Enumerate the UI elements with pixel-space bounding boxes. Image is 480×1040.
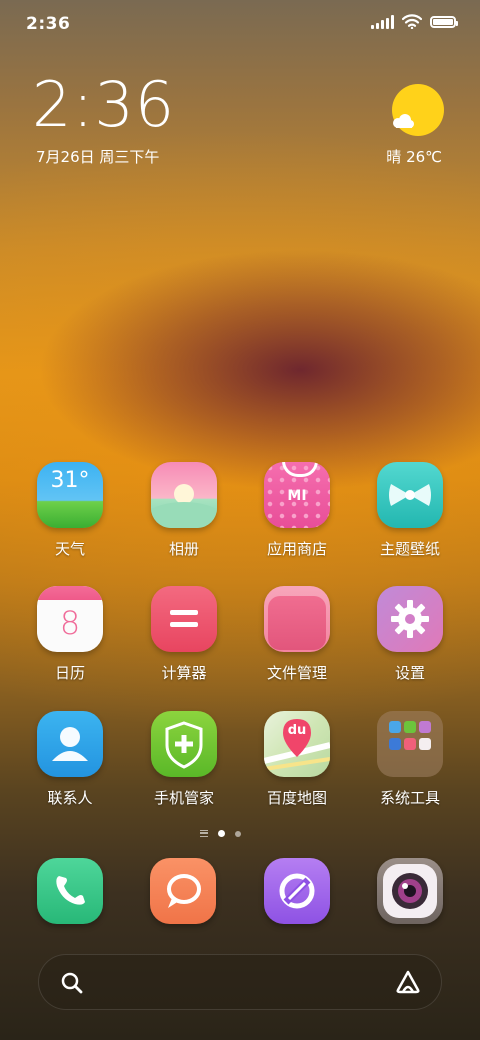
assistant-icon[interactable]: [395, 970, 421, 994]
folder-icon: [377, 711, 443, 777]
search-bar[interactable]: [38, 954, 442, 1010]
app-store-icon: mi: [264, 462, 330, 528]
app-label: 应用商店: [266, 540, 327, 558]
clock-widget-time[interactable]: 2:36: [32, 74, 175, 136]
wifi-icon: [402, 14, 422, 29]
status-time: 2:36: [26, 14, 71, 34]
app-calendar[interactable]: 8 日历: [20, 586, 120, 683]
dock-camera[interactable]: [377, 858, 443, 924]
page-indicator[interactable]: [200, 830, 241, 837]
app-label: 手机管家: [153, 789, 214, 807]
app-label: 文件管理: [266, 664, 327, 682]
app-label: 联系人: [47, 789, 93, 807]
file-manager-icon: [264, 586, 330, 652]
app-themes[interactable]: 主题壁纸: [360, 462, 460, 559]
battery-icon: [430, 15, 458, 28]
app-label: 计算器: [161, 664, 207, 682]
calculator-icon: [151, 586, 217, 652]
dock-messages[interactable]: [150, 858, 216, 924]
app-file-manager[interactable]: 文件管理: [247, 586, 347, 683]
app-folder-system-tools[interactable]: 系统工具: [360, 711, 460, 808]
app-weather[interactable]: 31° 天气: [20, 462, 120, 559]
app-label: 设置: [394, 664, 425, 682]
app-label: 系统工具: [379, 789, 440, 807]
status-icons: [371, 14, 458, 29]
gallery-icon: [151, 462, 217, 528]
signal-icon: [371, 14, 394, 29]
weather-cloud-icon: [393, 114, 414, 128]
security-shield-icon: [151, 711, 217, 777]
calendar-day: 8: [59, 604, 81, 642]
baidu-map-logo: du: [287, 723, 307, 738]
camera-icon: [383, 864, 437, 918]
app-label: 天气: [54, 540, 85, 558]
app-label: 相册: [168, 540, 199, 558]
browser-icon: [279, 873, 315, 909]
app-settings[interactable]: 设置: [360, 586, 460, 683]
baidu-map-icon: du: [264, 711, 330, 777]
calendar-icon: 8: [37, 586, 103, 652]
app-baidu-map[interactable]: du 百度地图: [247, 711, 347, 808]
dock-phone[interactable]: [37, 858, 103, 924]
app-store-logo: mi: [287, 488, 307, 504]
contacts-icon: [37, 711, 103, 777]
app-contacts[interactable]: 联系人: [20, 711, 120, 808]
page-indicator-list-icon[interactable]: [200, 830, 208, 837]
weather-widget-text[interactable]: 晴 26℃: [386, 146, 442, 167]
phone-icon: [56, 876, 85, 905]
themes-bow-icon: [377, 462, 443, 528]
search-icon[interactable]: [61, 972, 83, 994]
app-label: 百度地图: [266, 789, 327, 807]
app-gallery[interactable]: 相册: [134, 462, 234, 559]
app-calculator[interactable]: 计算器: [134, 586, 234, 683]
dock-browser[interactable]: [264, 858, 330, 924]
messages-icon: [167, 874, 201, 908]
clock-widget-date[interactable]: 7月26日 周三下午: [36, 146, 159, 167]
page-dot[interactable]: [235, 830, 241, 837]
app-label: 日历: [54, 664, 85, 682]
weather-icon: 31°: [37, 462, 103, 528]
weather-icon-temp: 31°: [50, 468, 90, 493]
gear-icon: [377, 586, 443, 652]
app-store[interactable]: mi 应用商店: [247, 462, 347, 559]
app-security[interactable]: 手机管家: [134, 711, 234, 808]
weather-sun-icon[interactable]: [392, 84, 444, 136]
app-label: 主题壁纸: [379, 540, 440, 558]
page-dot-active[interactable]: [218, 830, 225, 837]
